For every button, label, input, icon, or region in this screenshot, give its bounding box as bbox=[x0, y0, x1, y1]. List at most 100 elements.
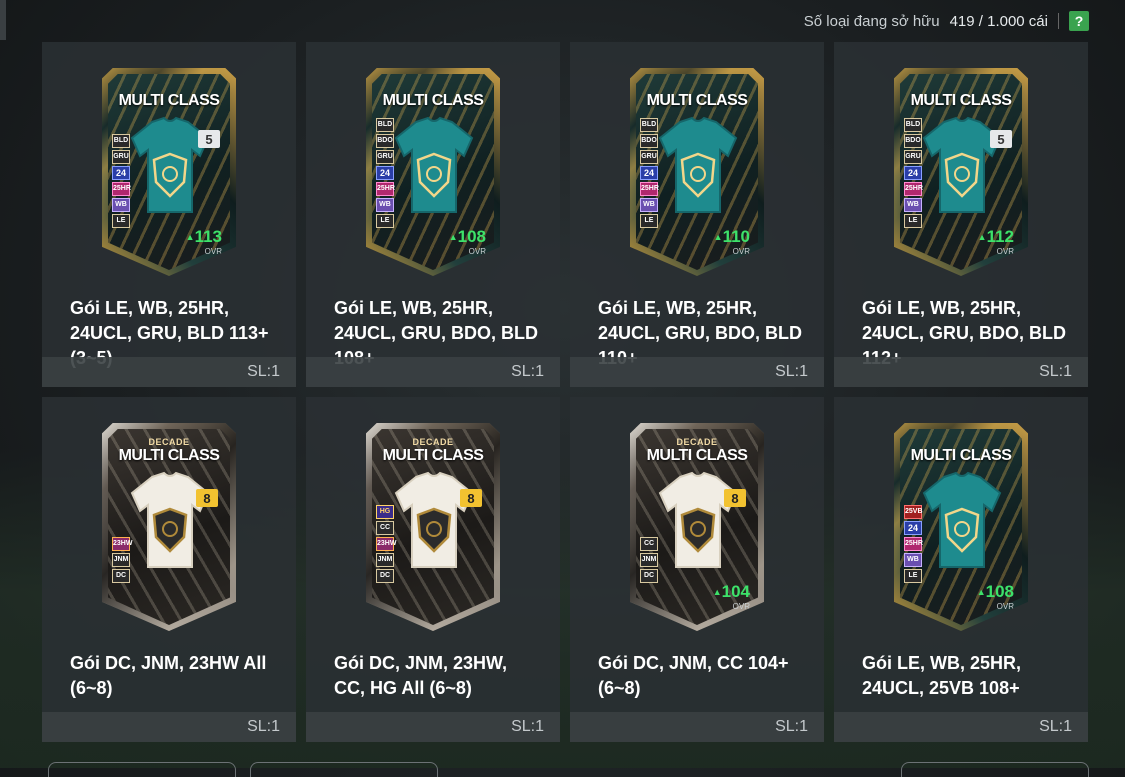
card-title: MULTI CLASS bbox=[910, 447, 1012, 464]
season-tag: 25HR bbox=[640, 182, 659, 196]
pack-quantity-bar: SL:1 bbox=[42, 357, 296, 387]
season-tag: LE bbox=[112, 214, 130, 228]
pack-grid: MULTI CLASS 5 BLD GRU 24 25HR WB LE ▲113 OVR Gói … bbox=[42, 42, 1088, 742]
up-arrow-icon: ▲ bbox=[976, 587, 986, 597]
season-tag: WB bbox=[904, 198, 922, 212]
ovr-value: ▲108 bbox=[449, 228, 486, 246]
season-tag: LE bbox=[904, 569, 922, 583]
card-title: MULTI CLASS bbox=[118, 92, 220, 109]
ovr-value: ▲112 bbox=[978, 228, 1014, 246]
pack-card-image: MULTI CLASS 5 BLD BDO GRU 24 25HR WB LE ▲112 OVR bbox=[894, 68, 1028, 276]
up-arrow-icon: ▲ bbox=[713, 232, 723, 242]
pack-tile[interactable]: MULTI CLASS BLD BDO GRU 24 25HR WB LE ▲110 OVR Gó… bbox=[570, 42, 824, 387]
pack-card-image: MULTI CLASS BLD BDO GRU 24 25HR WB LE ▲108 OVR bbox=[366, 68, 500, 276]
owned-types-label: Số loại đang sở hữu bbox=[803, 12, 940, 30]
ovr-label: OVR bbox=[996, 602, 1014, 611]
pack-quantity: SL:1 bbox=[511, 718, 544, 735]
season-tag: LE bbox=[376, 214, 394, 228]
pack-quantity: SL:1 bbox=[775, 718, 808, 735]
ovr-label: OVR bbox=[468, 247, 486, 256]
card-title: MULTI CLASS bbox=[646, 92, 748, 109]
card-title: MULTI CLASS bbox=[910, 92, 1012, 109]
season-tag: LE bbox=[904, 214, 922, 228]
up-arrow-icon: ▲ bbox=[977, 232, 987, 242]
pack-quantity-bar: SL:1 bbox=[570, 357, 824, 387]
season-tags: BLD BDO GRU 24 25HR WB LE bbox=[904, 118, 923, 228]
ovr-value: ▲110 bbox=[714, 228, 750, 246]
pack-name: Gói LE, WB, 25HR, 24UCL, 25VB 108+ bbox=[862, 653, 1022, 698]
ovr-number: 108 bbox=[457, 226, 486, 246]
pack-tile[interactable]: DECADE MULTI CLASS 8 23HW JNM DC Gói DC, JNM,… bbox=[42, 397, 296, 742]
bottom-tab-3[interactable] bbox=[901, 762, 1089, 777]
season-tag: WB bbox=[112, 198, 130, 212]
season-tag: 25HR bbox=[376, 182, 395, 196]
season-tag: 25HR bbox=[904, 537, 923, 551]
ovr-label: OVR bbox=[732, 247, 750, 256]
pack-card-image: DECADE MULTI CLASS 8 HG CC 23HW JNM DC bbox=[366, 423, 500, 631]
upgrade-level-badge: 8 bbox=[196, 489, 218, 507]
season-tag: HG bbox=[376, 505, 394, 519]
ovr-value: ▲104 bbox=[713, 583, 750, 601]
season-tag: LE bbox=[640, 214, 658, 228]
ovr-number: 113 bbox=[194, 226, 222, 246]
pack-tile[interactable]: MULTI CLASS 5 BLD GRU 24 25HR WB LE ▲113 OVR Gói … bbox=[42, 42, 296, 387]
pack-tile[interactable]: DECADE MULTI CLASS 8 HG CC 23HW JNM DC Gói DC, … bbox=[306, 397, 560, 742]
season-tag: WB bbox=[640, 198, 658, 212]
up-arrow-icon: ▲ bbox=[185, 232, 195, 242]
season-tag: DC bbox=[376, 569, 394, 583]
bottom-tabs bbox=[44, 762, 1089, 777]
card-subtitle: DECADE bbox=[412, 437, 454, 447]
upgrade-level-badge: 5 bbox=[990, 130, 1012, 148]
help-button[interactable]: ? bbox=[1069, 11, 1089, 31]
season-tag: CC bbox=[640, 537, 658, 551]
bottom-tab-1[interactable] bbox=[48, 762, 236, 777]
season-tag: GRU bbox=[904, 150, 922, 164]
season-tag: 25HR bbox=[904, 182, 923, 196]
pack-tile[interactable]: MULTI CLASS 5 BLD BDO GRU 24 25HR WB LE ▲112 OVR G… bbox=[834, 42, 1088, 387]
season-tag: 24 bbox=[376, 166, 394, 180]
pack-card-image: DECADE MULTI CLASS 8 CC JNM DC ▲104 OVR bbox=[630, 423, 764, 631]
season-tag: GRU bbox=[376, 150, 394, 164]
pack-tile[interactable]: MULTI CLASS BLD BDO GRU 24 25HR WB LE ▲108 OVR Gó… bbox=[306, 42, 560, 387]
season-tags: BLD GRU 24 25HR WB LE bbox=[112, 134, 131, 228]
pack-quantity: SL:1 bbox=[511, 363, 544, 380]
pack-quantity-bar: SL:1 bbox=[570, 712, 824, 742]
season-tag: GRU bbox=[112, 150, 130, 164]
season-tag: BDO bbox=[904, 134, 922, 148]
pack-quantity: SL:1 bbox=[1039, 363, 1072, 380]
season-tag: CC bbox=[376, 521, 394, 535]
bottom-tab-2[interactable] bbox=[250, 762, 438, 777]
pack-card-image: DECADE MULTI CLASS 8 23HW JNM DC bbox=[102, 423, 236, 631]
ovr-value: ▲113 bbox=[186, 228, 222, 246]
pack-quantity-bar: SL:1 bbox=[834, 712, 1088, 742]
pack-quantity: SL:1 bbox=[775, 363, 808, 380]
season-tag: DC bbox=[640, 569, 658, 583]
pack-quantity: SL:1 bbox=[247, 363, 280, 380]
pack-card-image: MULTI CLASS BLD BDO GRU 24 25HR WB LE ▲110 OVR bbox=[630, 68, 764, 276]
season-tag: BLD bbox=[112, 134, 130, 148]
season-tag: 24 bbox=[112, 166, 130, 180]
ovr-number: 104 bbox=[721, 581, 750, 601]
ovr-number: 108 bbox=[985, 581, 1014, 601]
upgrade-level-badge: 8 bbox=[460, 489, 482, 507]
jersey-icon bbox=[130, 471, 210, 568]
card-title: MULTI CLASS bbox=[382, 92, 484, 109]
jersey-icon bbox=[394, 116, 474, 213]
season-tags: 25VB 24 25HR WB LE bbox=[904, 505, 923, 583]
season-tag: 25VB bbox=[904, 505, 923, 519]
jersey-icon bbox=[658, 471, 738, 568]
ovr-label: OVR bbox=[996, 247, 1014, 256]
pack-tile[interactable]: DECADE MULTI CLASS 8 CC JNM DC ▲104 OVR Gói DC,… bbox=[570, 397, 824, 742]
pack-name: Gói DC, JNM, 23HW All (6~8) bbox=[70, 653, 267, 698]
season-tag: BLD bbox=[376, 118, 394, 132]
pack-name: Gói DC, JNM, CC 104+ (6~8) bbox=[598, 653, 789, 698]
pack-tile[interactable]: MULTI CLASS 25VB 24 25HR WB LE ▲108 OVR Gói LE,… bbox=[834, 397, 1088, 742]
pack-name: Gói DC, JNM, 23HW, CC, HG All (6~8) bbox=[334, 653, 508, 698]
pack-card-image: MULTI CLASS 5 BLD GRU 24 25HR WB LE ▲113 OVR bbox=[102, 68, 236, 276]
upgrade-level-badge: 8 bbox=[724, 489, 746, 507]
season-tag: WB bbox=[904, 553, 922, 567]
season-tag: 24 bbox=[640, 166, 658, 180]
ovr-number: 110 bbox=[722, 226, 750, 246]
up-arrow-icon: ▲ bbox=[448, 232, 458, 242]
pack-quantity-bar: SL:1 bbox=[42, 712, 296, 742]
